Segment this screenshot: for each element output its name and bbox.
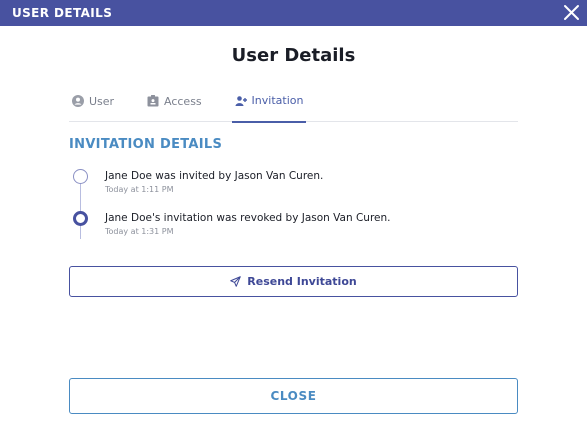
tab-invitation[interactable]: Invitation — [232, 88, 306, 123]
user-plus-icon — [235, 95, 247, 106]
tab-access-label: Access — [164, 94, 202, 108]
event-message: Jane Doe was invited by Jason Van Curen. — [105, 170, 324, 182]
window-titlebar: USER DETAILS — [0, 0, 587, 26]
tab-invitation-label: Invitation — [251, 94, 304, 107]
close-icon[interactable] — [563, 4, 580, 21]
window-title: USER DETAILS — [12, 6, 113, 20]
resend-invitation-label: Resend Invitation — [247, 275, 357, 288]
close-button[interactable]: CLOSE — [69, 378, 518, 414]
invitation-details-title: INVITATION DETAILS — [69, 137, 223, 152]
timeline-dot-icon — [73, 211, 88, 226]
user-circle-icon — [72, 95, 84, 107]
badge-icon — [147, 95, 159, 107]
tab-access[interactable]: Access — [147, 88, 202, 122]
event-time: Today at 1:31 PM — [105, 227, 174, 236]
timeline-dot-icon — [73, 169, 88, 184]
resend-invitation-button[interactable]: Resend Invitation — [69, 266, 518, 297]
tab-user-label: User — [89, 94, 115, 108]
tab-user[interactable]: User — [72, 88, 114, 122]
event-message: Jane Doe's invitation was revoked by Jas… — [105, 212, 391, 224]
paper-plane-icon — [230, 276, 242, 287]
dialog-heading: User Details — [231, 45, 356, 66]
tab-bar: User Access Invitation — [69, 88, 518, 123]
event-time: Today at 1:11 PM — [105, 185, 174, 194]
